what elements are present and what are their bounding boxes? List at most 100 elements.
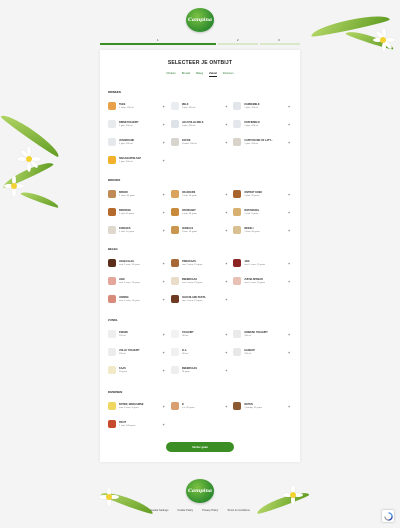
grid-diversen: BOTER, MARGARINE voor 1 snee, 5 gram + EI 1 … — [108, 400, 292, 430]
add-item-button[interactable]: + — [223, 297, 229, 302]
add-item-button[interactable]: + — [161, 122, 167, 127]
add-item-button[interactable]: + — [161, 422, 167, 427]
product-item: VLA 150 ml + — [170, 346, 230, 358]
product-portion: 1 plak, 25 gram — [244, 194, 260, 197]
tab-zuivel[interactable]: Zuivel — [209, 72, 217, 77]
add-item-button[interactable]: + — [161, 404, 167, 409]
continue-button[interactable]: Verder gaan — [166, 442, 234, 452]
footer-link-terms[interactable]: Terms & Conditions — [227, 509, 250, 512]
add-item-button[interactable]: + — [161, 350, 167, 355]
add-item-button[interactable]: + — [286, 122, 292, 127]
add-item-button[interactable]: + — [286, 104, 292, 109]
product-image — [233, 277, 242, 285]
add-item-button[interactable]: + — [161, 228, 167, 233]
tab-diversen[interactable]: Diversen — [223, 72, 234, 77]
product-text: PINDAKAAS voor 1 snee, 15 gram — [182, 260, 224, 266]
add-item-button[interactable]: + — [286, 279, 292, 284]
product-portion: 1 zakje, 200 ml — [119, 106, 134, 109]
product-item: CEREALS 1 kom, 30 gram + — [170, 224, 230, 236]
add-item-button[interactable]: + — [286, 404, 292, 409]
product-text: SMEERKAAS 20 gram — [182, 367, 224, 373]
add-item-button[interactable]: + — [223, 350, 229, 355]
add-item-button[interactable]: + — [223, 140, 229, 145]
product-text: MELK 1 glas, 200 ml — [182, 103, 224, 109]
section-heading-zuivel: ZUIVEL — [108, 318, 118, 322]
add-item-button[interactable]: + — [286, 228, 292, 233]
product-portion: voor 1 snee, 15 gram — [244, 281, 265, 284]
product-name: CROISSANT — [181, 209, 196, 213]
product-item: KWARK 150 ml + — [108, 328, 167, 340]
product-item: EI 1 ei, 55 gram + — [170, 400, 230, 412]
add-item-button[interactable]: + — [161, 332, 167, 337]
add-item-button[interactable]: + — [161, 279, 167, 284]
add-item-button[interactable]: + — [223, 192, 229, 197]
product-image — [233, 120, 242, 128]
add-item-button[interactable]: + — [223, 261, 229, 266]
product-image — [108, 190, 116, 198]
footer-brand-logo[interactable]: Campina — [186, 479, 214, 503]
product-text: GRIEKSE YOGHURT 150 ml — [244, 331, 286, 337]
add-item-button[interactable]: + — [286, 210, 292, 215]
product-portion: 1 ei, 55 gram — [181, 406, 195, 409]
add-item-button[interactable]: + — [223, 404, 229, 409]
add-item-button[interactable]: + — [223, 279, 229, 284]
footer-link-cookie-policy[interactable]: Cookie Policy — [177, 509, 193, 512]
product-item: NOTEN 1 handje, 25 gram + — [233, 400, 292, 412]
product-text: SMEERKAAS voor 1 snee, 15 gram — [182, 278, 224, 284]
product-item: CROISSANT 1 stuk, 45 gram + — [170, 206, 230, 218]
product-item: SMEERKAAS 20 gram + — [170, 364, 230, 376]
product-name: GRIEKSE YOGHURT — [244, 331, 268, 335]
add-item-button[interactable]: + — [161, 210, 167, 215]
recaptcha-badge[interactable] — [382, 510, 394, 522]
product-text: HONING voor 1 snee, 15 gram — [119, 296, 161, 302]
product-name: PINDAKAAS — [181, 260, 196, 264]
add-item-button[interactable]: + — [223, 332, 229, 337]
add-item-button[interactable]: + — [286, 261, 292, 266]
brand-logo[interactable]: Campina — [186, 8, 214, 32]
product-text: JAM voor 1 snee, 15 gram — [244, 260, 286, 266]
product-portion: 1 glas, 200 ml — [181, 106, 196, 109]
product-name: BOTER, MARGARINE — [119, 403, 144, 407]
product-item: HAGELSLAG voor 1 snee, 15 gram + — [108, 257, 167, 269]
product-image — [108, 102, 116, 110]
product-text: BROODJE 1 stuk, 40 gram — [119, 209, 161, 215]
add-item-button[interactable]: + — [286, 192, 292, 197]
add-item-button[interactable]: + — [223, 104, 229, 109]
recaptcha-icon — [383, 511, 393, 521]
product-item: BROOD 1 snee, 35 gram + — [108, 188, 167, 200]
add-item-button[interactable]: + — [161, 368, 167, 373]
product-portion: 20 gram — [181, 370, 190, 373]
product-image — [233, 348, 242, 356]
product-item: MUESLI 1 kom, 40 gram + — [233, 224, 292, 236]
tab-drinken[interactable]: Drinken — [166, 72, 175, 77]
add-item-button[interactable]: + — [223, 368, 229, 373]
section-heading-drinken: DRINKEN — [108, 90, 121, 94]
product-image — [170, 366, 179, 374]
daisy-decoration-bottom-right — [250, 480, 310, 520]
tab-broods[interactable]: Broods — [182, 72, 191, 77]
product-image — [108, 259, 116, 267]
add-item-button[interactable]: + — [223, 122, 229, 127]
product-name: RIJSTWAFEL — [244, 209, 260, 213]
product-text: HANGOP 150 ml — [244, 349, 286, 355]
add-item-button[interactable]: + — [161, 140, 167, 145]
add-item-button[interactable]: + — [286, 350, 292, 355]
add-item-button[interactable]: + — [161, 158, 167, 163]
add-item-button[interactable]: + — [161, 192, 167, 197]
add-item-button[interactable]: + — [161, 261, 167, 266]
footer-link-cookie-settings[interactable]: Cookie Settings — [150, 509, 168, 512]
footer-link-privacy-policy[interactable]: Privacy Policy — [202, 509, 218, 512]
daisy-icon — [373, 28, 395, 52]
add-item-button[interactable]: + — [286, 140, 292, 145]
product-text: YOGHURT 150 ml — [182, 331, 224, 337]
add-item-button[interactable]: + — [223, 210, 229, 215]
add-item-button[interactable]: + — [161, 297, 167, 302]
tab-beleg[interactable]: Beleg — [196, 72, 203, 77]
add-item-button[interactable]: + — [161, 104, 167, 109]
add-item-button[interactable]: + — [286, 332, 292, 337]
section-heading-beleg: BELEG — [108, 247, 118, 251]
product-name: HANGOP — [244, 349, 255, 353]
add-item-button[interactable]: + — [223, 228, 229, 233]
product-name: SMEERKAAS — [181, 367, 197, 371]
product-item: HANGOP 150 ml + — [233, 346, 292, 358]
